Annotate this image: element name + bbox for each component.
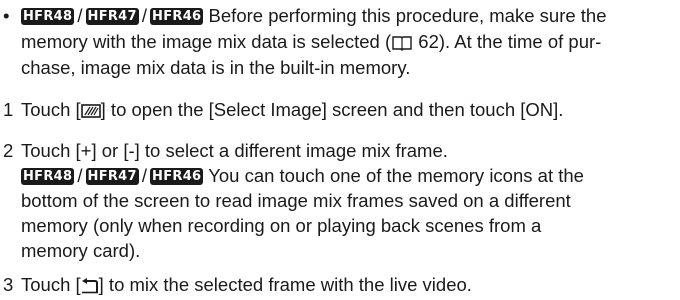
model-badge-hfr48: HFR48 xyxy=(21,8,75,25)
step-1-text-a: Touch [ xyxy=(21,99,81,120)
model-badge-hfr46: HFR46 xyxy=(150,168,204,185)
step-2-detail-text-3: memory (only when recording on or playin… xyxy=(21,215,542,236)
step-2-detail-text-2: bottom of the screen to read image mix f… xyxy=(21,190,571,211)
model-badge-hfr48: HFR48 xyxy=(21,168,75,185)
step-2-detail-line-1: HFR48/HFR47/HFR46 You can touch one of t… xyxy=(21,165,584,186)
return-icon xyxy=(81,276,99,300)
note-text-3: chase, image mix data is in the built-in… xyxy=(21,57,411,78)
model-badge-hfr47: HFR47 xyxy=(85,168,139,185)
step-2-detail-text-4: memory card). xyxy=(21,240,141,261)
step-number: 3 xyxy=(3,274,14,295)
step-number: 2 xyxy=(3,140,14,161)
step-2-detail-text-1: You can touch one of the memory icons at… xyxy=(208,165,584,186)
note-text-1: Before performing this procedure, make s… xyxy=(208,5,607,26)
model-badge-hfr46: HFR46 xyxy=(150,8,204,25)
note-line-3: chase, image mix data is in the built-in… xyxy=(21,56,410,80)
note-line-2: memory with the image mix data is select… xyxy=(21,30,601,57)
step-2-text: Touch [+] or [-] to select a different i… xyxy=(21,140,448,161)
step-number: 1 xyxy=(3,99,14,120)
step-1-text-b: ] to open the [Select Image] screen and … xyxy=(100,99,564,120)
image-mix-icon xyxy=(80,101,101,125)
step-3-text-b: ] to mix the selected frame with the liv… xyxy=(98,274,472,295)
step-3-text-a: Touch [ xyxy=(21,274,81,295)
note-text-2b: ). At the time of pur- xyxy=(438,31,602,52)
step-2-detail-line-3: memory (only when recording on or playin… xyxy=(21,214,541,238)
step-2-detail-line-4: memory card). xyxy=(21,239,140,263)
book-reference-icon xyxy=(392,33,412,57)
model-badge-hfr47: HFR47 xyxy=(85,8,139,25)
note-text-2a: memory with the image mix data is select… xyxy=(21,31,392,52)
page-reference: 62 xyxy=(418,31,439,52)
bullet: • xyxy=(3,5,10,26)
step-2-detail-line-2: bottom of the screen to read image mix f… xyxy=(21,189,571,213)
